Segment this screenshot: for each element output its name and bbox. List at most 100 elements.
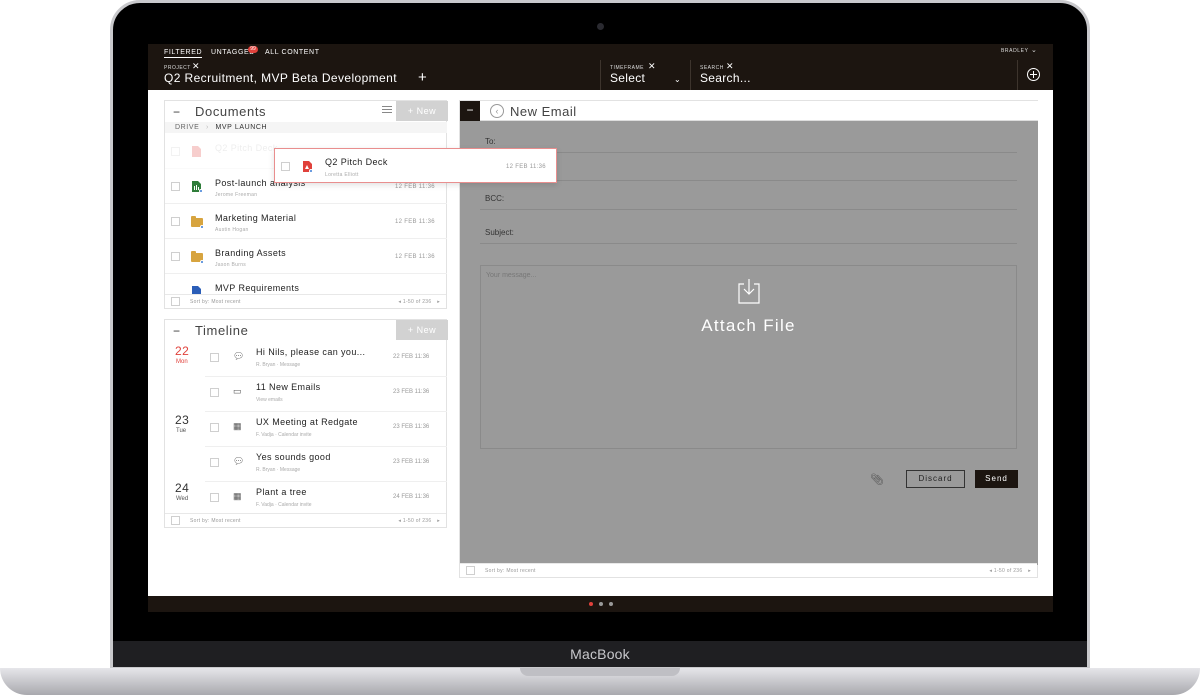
add-project-icon[interactable]: +: [418, 69, 427, 86]
collapse-icon[interactable]: −: [173, 324, 180, 338]
prev-page-icon[interactable]: ◂: [398, 299, 401, 305]
select-all-checkbox[interactable]: [171, 516, 180, 525]
row-owner: Loretta Elliott: [325, 172, 359, 178]
add-circle-icon[interactable]: [1027, 68, 1040, 81]
list-item[interactable]: Branding Assets Jason Burns 12 FEB 11:36: [165, 239, 447, 274]
prev-page-icon[interactable]: ◂: [398, 518, 401, 524]
next-page-icon[interactable]: ▸: [437, 518, 440, 524]
back-icon[interactable]: ‹: [490, 104, 504, 118]
row-checkbox[interactable]: [210, 493, 219, 502]
row-date: 24 FEB 11:36: [393, 494, 430, 500]
row-owner: Jerome Freeman: [215, 192, 258, 198]
laptop-notch: [520, 668, 680, 676]
tab-all-content[interactable]: ALL CONTENT: [265, 49, 320, 56]
new-document-button[interactable]: + New: [396, 101, 448, 121]
collapse-icon[interactable]: −: [460, 101, 480, 121]
day-name: Mon: [176, 359, 188, 365]
compose-area: To: BCC: Subject: Your message... Attach…: [460, 121, 1038, 565]
next-page-icon[interactable]: ▸: [1028, 568, 1031, 574]
list-item[interactable]: MVP Requirements: [165, 274, 447, 295]
row-checkbox[interactable]: [210, 353, 219, 362]
search-clear-icon[interactable]: ✕: [726, 62, 734, 71]
list-view-icon[interactable]: [382, 106, 392, 115]
day-number: 23: [175, 413, 190, 427]
divider: [690, 60, 691, 90]
untagged-count-badge: 99: [248, 46, 258, 53]
project-value[interactable]: Q2 Recruitment, MVP Beta Development: [164, 71, 397, 85]
message-placeholder: Your message...: [486, 272, 537, 279]
sort-select[interactable]: Sort by: Most recent: [190, 518, 241, 524]
search-input[interactable]: Search...: [700, 71, 751, 85]
chat-icon: 💬︎: [233, 351, 245, 361]
chevron-down-icon[interactable]: ⌄: [674, 75, 681, 84]
user-menu[interactable]: BRADLEY: [1001, 48, 1029, 54]
timeframe-select[interactable]: Select: [610, 71, 645, 85]
row-checkbox[interactable]: [210, 388, 219, 397]
to-field[interactable]: To:: [480, 131, 1017, 153]
screen: FILTERED UNTAGGED 99 ALL CONTENT PROJECT…: [148, 44, 1053, 612]
pager-range: 1-50 of 236: [402, 299, 432, 305]
row-checkbox[interactable]: [210, 458, 219, 467]
row-title: Q2 Pitch Deck: [215, 143, 278, 153]
row-date: 22 FEB 11:36: [393, 354, 430, 360]
list-item[interactable]: Marketing Material Austin Hogan 12 FEB 1…: [165, 204, 447, 239]
email-footer: Sort by: Most recent ◂ 1-50 of 236 ▸: [460, 563, 1037, 577]
sort-select[interactable]: Sort by: Most recent: [485, 568, 536, 574]
breadcrumb-mvp-launch[interactable]: MVP LAUNCH: [215, 124, 267, 131]
day-name: Tue: [176, 428, 187, 434]
pager: ◂ 1-50 of 236 ▸: [398, 299, 440, 305]
collapse-icon[interactable]: −: [173, 105, 180, 119]
row-checkbox[interactable]: [171, 252, 180, 261]
divider: [600, 60, 601, 90]
message-input[interactable]: Your message... Attach File: [480, 265, 1017, 449]
select-all-checkbox[interactable]: [171, 297, 180, 306]
sort-select[interactable]: Sort by: Most recent: [190, 299, 241, 305]
row-sub: R. Bryan · Message: [256, 467, 301, 473]
pager-range: 1-50 of 236: [993, 568, 1023, 574]
next-page-icon[interactable]: ▸: [437, 299, 440, 305]
select-all-checkbox[interactable]: [466, 566, 475, 575]
discard-button[interactable]: Discard: [906, 470, 965, 488]
timeframe-clear-icon[interactable]: ✕: [648, 62, 656, 71]
day-number: 22: [175, 344, 190, 358]
row-date: 12 FEB 11:36: [395, 184, 435, 190]
page-dot[interactable]: [589, 602, 593, 606]
project-clear-icon[interactable]: ✕: [192, 62, 200, 71]
tab-filtered[interactable]: FILTERED: [164, 49, 203, 58]
row-owner: Austin Hogan: [215, 227, 249, 233]
row-checkbox[interactable]: [171, 217, 180, 226]
row-sub: View emails: [256, 397, 283, 403]
row-checkbox[interactable]: [210, 423, 219, 432]
bcc-label: BCC:: [485, 194, 505, 203]
inbox-icon: ▭: [233, 386, 242, 396]
bcc-field[interactable]: BCC:: [480, 188, 1017, 210]
row-checkbox[interactable]: [171, 182, 180, 191]
cc-field[interactable]: [480, 159, 1017, 181]
attach-file-label[interactable]: Attach File: [481, 316, 1016, 336]
row-title: Q2 Pitch Deck: [325, 157, 388, 167]
row-title: Branding Assets: [215, 248, 287, 258]
shared-icon: [200, 225, 204, 229]
paperclip-icon[interactable]: 📎︎: [870, 473, 884, 486]
row-owner: Jason Burns: [215, 262, 247, 268]
row-title: UX Meeting at Redgate: [256, 417, 358, 427]
drag-preview[interactable]: Q2 Pitch Deck Loretta Elliott 12 FEB 11:…: [274, 148, 557, 183]
row-date: 23 FEB 11:36: [393, 424, 430, 430]
send-button[interactable]: Send: [975, 470, 1018, 488]
page-dot[interactable]: [609, 602, 613, 606]
documents-footer: Sort by: Most recent ◂ 1-50 of 236 ▸: [165, 294, 446, 308]
breadcrumb: DRIVE › MVP LAUNCH: [165, 122, 447, 133]
timeline-title: Timeline: [195, 323, 249, 338]
row-checkbox[interactable]: [171, 147, 180, 156]
breadcrumb-drive[interactable]: DRIVE: [175, 124, 199, 131]
new-timeline-button[interactable]: + New: [396, 320, 448, 340]
shared-icon: [199, 189, 203, 193]
prev-page-icon[interactable]: ◂: [989, 568, 992, 574]
chevron-down-icon[interactable]: ⌄: [1031, 46, 1037, 54]
download-icon: [738, 279, 760, 304]
subject-field[interactable]: Subject:: [480, 222, 1017, 244]
pager: ◂ 1-50 of 236 ▸: [989, 568, 1031, 574]
row-date: 23 FEB 11:36: [393, 459, 430, 465]
row-checkbox[interactable]: [281, 162, 290, 171]
page-dot[interactable]: [599, 602, 603, 606]
